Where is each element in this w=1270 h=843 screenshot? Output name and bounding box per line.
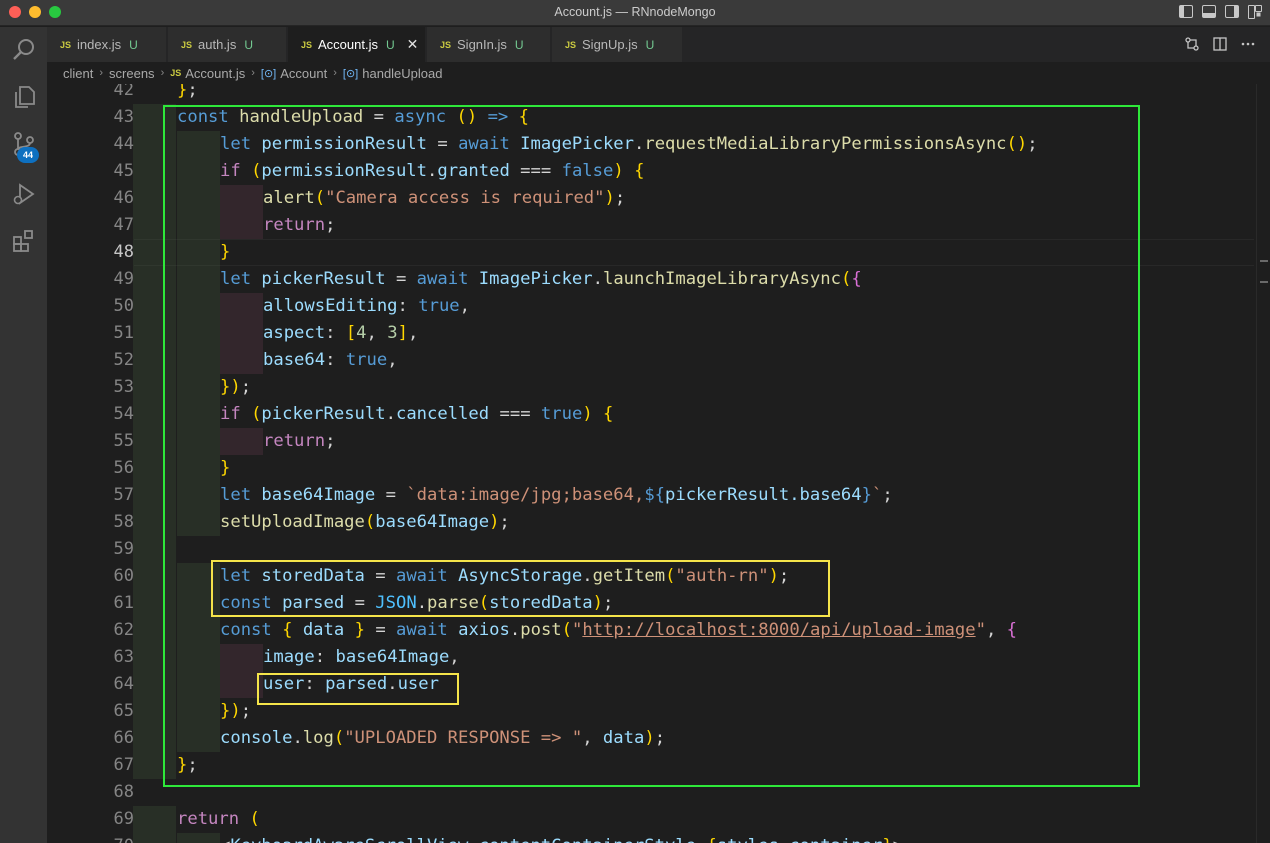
line-number: 48 bbox=[113, 242, 134, 262]
line-number: 58 bbox=[113, 512, 134, 532]
tab-index-js[interactable]: JS index.js U bbox=[47, 27, 167, 62]
line-number: 49 bbox=[113, 269, 134, 289]
search-icon[interactable] bbox=[0, 27, 47, 73]
tab-label: auth.js bbox=[198, 37, 237, 52]
line-number: 62 bbox=[113, 620, 134, 640]
customize-layout-icon[interactable] bbox=[1248, 5, 1262, 19]
chevron-right-icon: › bbox=[251, 67, 255, 79]
line-number: 59 bbox=[113, 539, 134, 559]
line-number-gutter: 42 43 44 45 46 47 48 49 50 51 52 53 54 55 56 57 58 59 60 61… bbox=[47, 84, 134, 843]
tab-account-js[interactable]: JS Account.js U ✕ bbox=[288, 27, 426, 62]
indent-guide bbox=[177, 833, 220, 843]
scroll-marker bbox=[1260, 260, 1268, 262]
tab-status: U bbox=[514, 37, 524, 52]
chevron-right-icon: › bbox=[333, 67, 337, 79]
tab-status: U bbox=[386, 37, 395, 52]
code-line[interactable]: return ( bbox=[177, 806, 260, 833]
code-line[interactable]: <KeyboardAwareScrollView contentContaine… bbox=[220, 833, 903, 843]
activity-bar: 44 bbox=[0, 27, 47, 843]
line-number: 63 bbox=[113, 647, 134, 667]
breadcrumb-item-client[interactable]: client bbox=[63, 66, 93, 81]
explorer-icon[interactable] bbox=[0, 74, 47, 120]
line-number: 54 bbox=[113, 404, 134, 424]
open-changes-icon[interactable] bbox=[1184, 36, 1200, 56]
toggle-secondary-sidebar-icon[interactable] bbox=[1225, 5, 1239, 18]
chevron-right-icon: › bbox=[160, 67, 165, 79]
tab-status: U bbox=[129, 37, 138, 52]
tab-label: SignUp.js bbox=[582, 37, 638, 52]
line-number: 66 bbox=[113, 728, 134, 748]
line-number: 44 bbox=[113, 134, 134, 154]
line-number: 53 bbox=[113, 377, 134, 397]
line-number: 68 bbox=[113, 782, 134, 802]
line-number: 45 bbox=[113, 161, 134, 181]
tab-label: SignIn.js bbox=[457, 37, 507, 52]
line-number: 70 bbox=[47, 833, 134, 843]
line-number: 69 bbox=[113, 809, 134, 829]
more-actions-icon[interactable] bbox=[1240, 36, 1256, 56]
line-number: 55 bbox=[113, 431, 134, 451]
symbol-variable-icon: [⊙] bbox=[342, 67, 359, 80]
tab-auth-js[interactable]: JS auth.js U bbox=[168, 27, 287, 62]
line-number: 56 bbox=[113, 458, 134, 478]
line-number: 57 bbox=[113, 485, 134, 505]
breadcrumb: client › screens › JS Account.js › [⊙] A… bbox=[47, 62, 1270, 84]
js-file-icon: JS bbox=[181, 39, 193, 50]
tab-signup-js[interactable]: JS SignUp.js U bbox=[552, 27, 683, 62]
indent-guide bbox=[133, 833, 176, 843]
js-file-icon: JS bbox=[301, 39, 313, 50]
chevron-right-icon: › bbox=[99, 67, 104, 79]
tab-status: U bbox=[244, 37, 253, 52]
js-file-icon: JS bbox=[170, 68, 182, 78]
line-number: 42 bbox=[113, 84, 134, 100]
breadcrumb-item-screens[interactable]: screens bbox=[109, 66, 155, 81]
run-debug-icon[interactable] bbox=[0, 171, 47, 217]
line-number: 50 bbox=[113, 296, 134, 316]
toggle-primary-sidebar-icon[interactable] bbox=[1179, 5, 1193, 18]
title-bar: Account.js — RNnodeMongo bbox=[0, 0, 1270, 26]
tab-label: index.js bbox=[77, 37, 122, 52]
js-file-icon: JS bbox=[60, 39, 72, 50]
line-number: 60 bbox=[113, 566, 134, 586]
line-number: 51 bbox=[113, 323, 134, 343]
breadcrumb-item-account[interactable]: Account bbox=[280, 66, 327, 81]
indent-guide bbox=[133, 806, 176, 833]
breadcrumb-item-file[interactable]: Account.js bbox=[185, 66, 245, 81]
line-number: 47 bbox=[113, 215, 134, 235]
line-number: 67 bbox=[113, 755, 134, 775]
code-line[interactable]: }; bbox=[177, 84, 198, 104]
close-tab-icon[interactable]: ✕ bbox=[407, 36, 419, 53]
window-title: Account.js — RNnodeMongo bbox=[554, 5, 716, 19]
tab-signin-js[interactable]: JS SignIn.js U bbox=[427, 27, 551, 62]
line-number: 52 bbox=[113, 350, 134, 370]
code-editor[interactable]: 42 43 44 45 46 47 48 49 50 51 52 53 54 55 56 57 58 59 60 61… bbox=[47, 84, 1270, 843]
editor-actions bbox=[1184, 36, 1256, 56]
tab-status: U bbox=[645, 37, 655, 52]
vertical-scrollbar[interactable] bbox=[1256, 84, 1270, 843]
line-number: 64 bbox=[113, 674, 134, 694]
symbol-variable-icon: [⊙] bbox=[260, 67, 277, 80]
source-control-badge: 44 bbox=[17, 147, 39, 163]
breadcrumb-item-handleupload[interactable]: handleUpload bbox=[362, 66, 442, 81]
stored-data-highlight-box bbox=[211, 560, 830, 617]
scroll-marker bbox=[1260, 281, 1268, 283]
tab-bar: JS index.js U JS auth.js U JS Account.js… bbox=[47, 27, 1270, 62]
extensions-icon[interactable] bbox=[0, 218, 47, 264]
line-number: 46 bbox=[113, 188, 134, 208]
js-file-icon: JS bbox=[440, 39, 452, 50]
line-number: 43 bbox=[113, 107, 134, 127]
line-number: 61 bbox=[113, 593, 134, 613]
js-file-icon: JS bbox=[565, 39, 577, 50]
line-number: 65 bbox=[113, 701, 134, 721]
layout-controls bbox=[1179, 5, 1262, 19]
toggle-panel-icon[interactable] bbox=[1202, 5, 1216, 18]
split-editor-icon[interactable] bbox=[1212, 36, 1228, 56]
user-field-highlight-box bbox=[257, 673, 459, 705]
tab-label: Account.js bbox=[318, 37, 378, 52]
